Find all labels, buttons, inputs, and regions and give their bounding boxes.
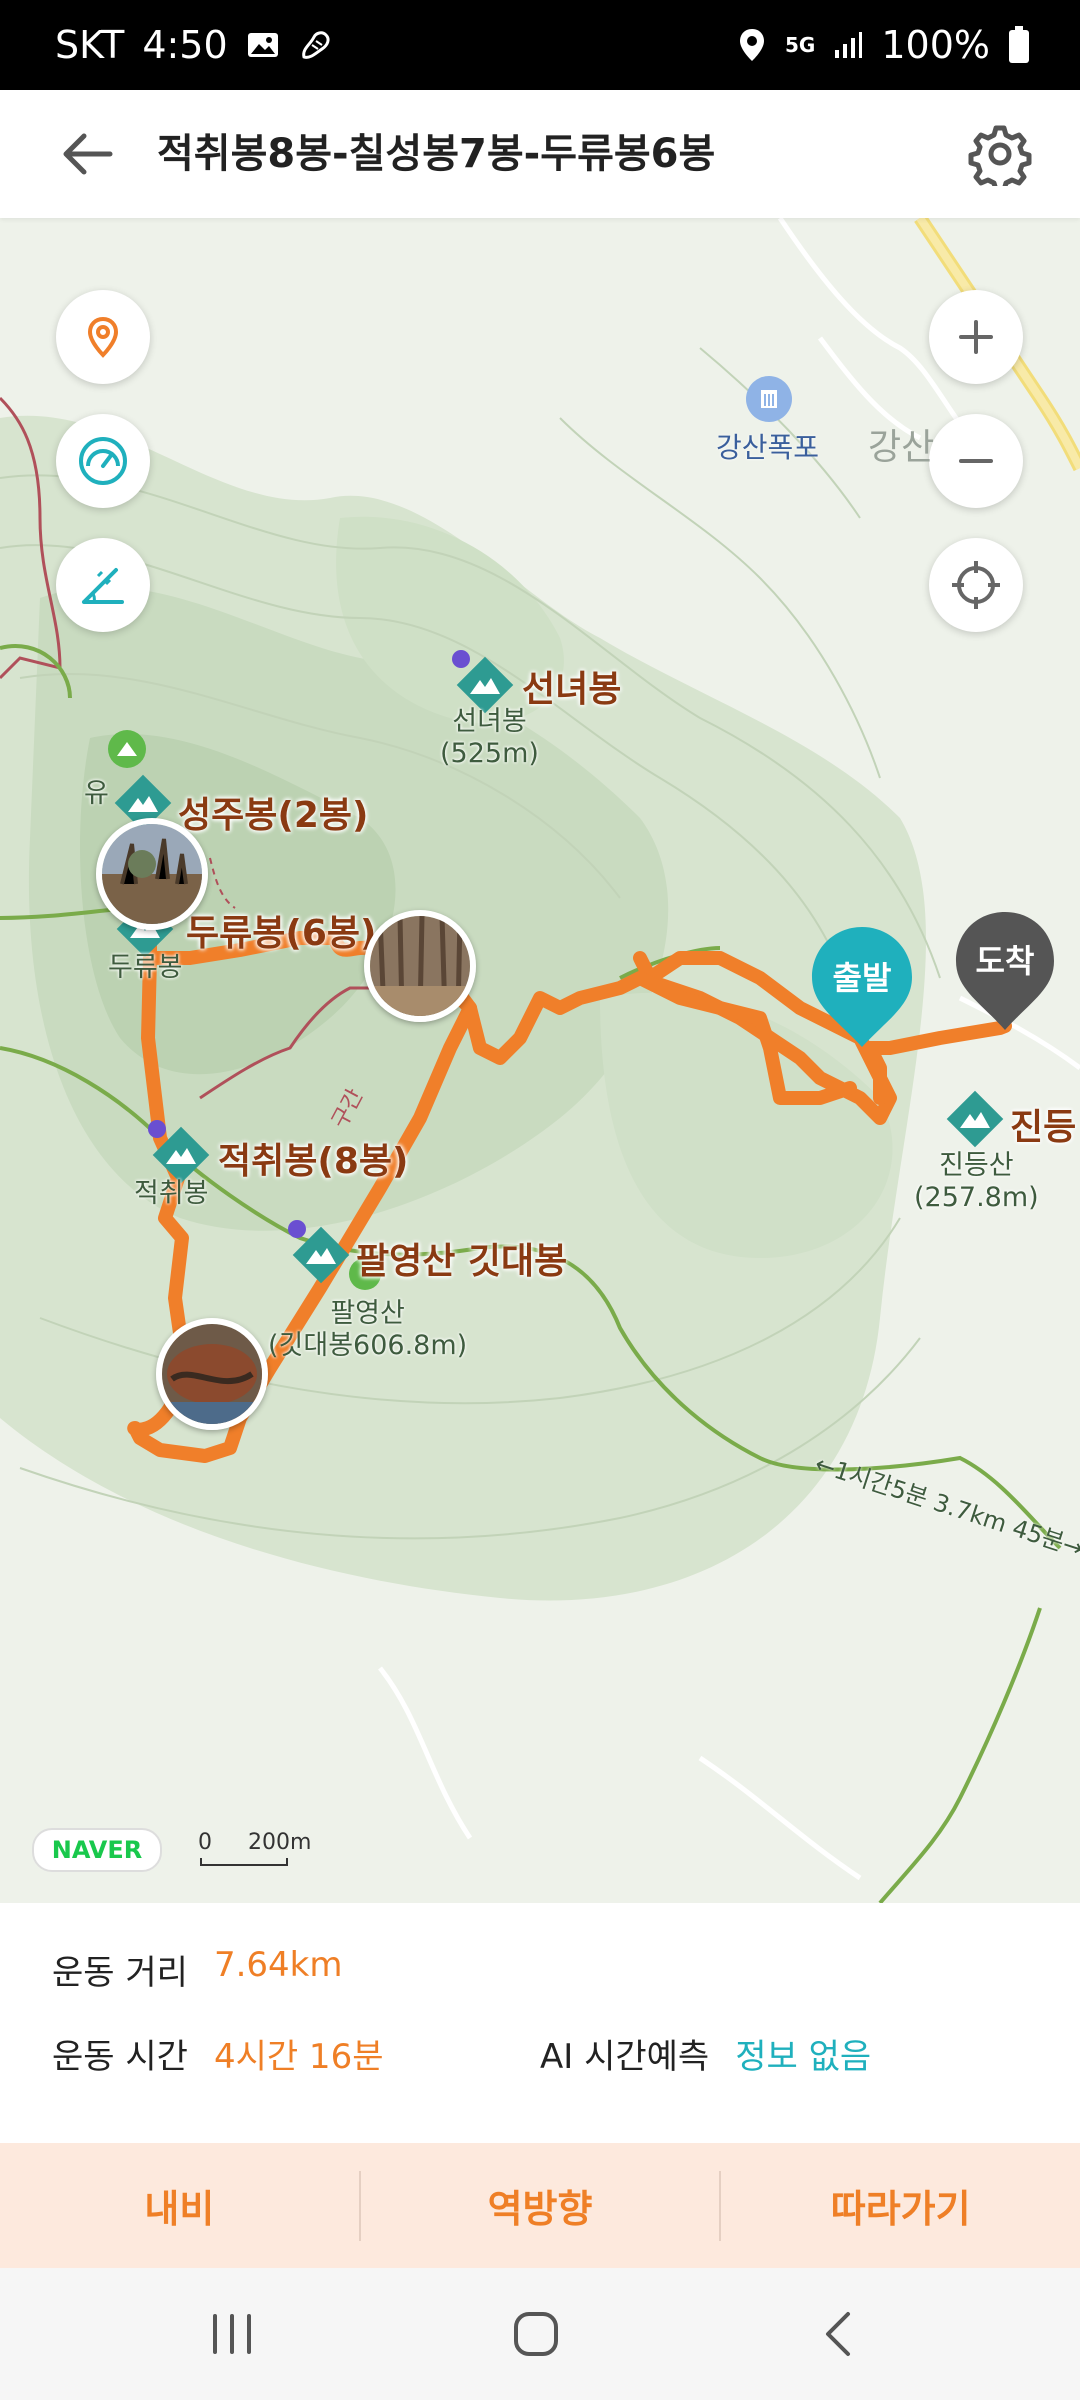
plus-icon — [959, 320, 993, 354]
start-label: 출발 — [832, 959, 892, 997]
follow-button[interactable]: 따라가기 — [721, 2143, 1080, 2268]
speedometer-icon — [79, 437, 127, 485]
pin-icon — [87, 316, 119, 358]
peak-sub-yu: 유 — [84, 778, 109, 809]
map-scale: 0 200m — [198, 1830, 311, 1866]
settings-button[interactable] — [968, 122, 1032, 193]
time-value: 4시간 16분 — [213, 2037, 384, 2077]
recenter-button[interactable] — [929, 538, 1023, 632]
zoom-out-button[interactable] — [929, 414, 1023, 508]
naver-logo: NAVER — [32, 1828, 162, 1872]
start-marker[interactable]: 출발 — [808, 923, 916, 1049]
photo-marker[interactable] — [96, 818, 208, 930]
time-label: 운동 시간 — [52, 2037, 188, 2077]
minus-icon — [959, 459, 993, 463]
gear-icon — [968, 125, 1032, 193]
signal-icon — [833, 30, 863, 60]
app-header: 적취봉8봉-칠성봉7봉-두류봉6봉 — [0, 90, 1080, 218]
carrier-label: SKT — [55, 23, 125, 67]
navigate-button[interactable]: 내비 — [0, 2143, 359, 2268]
elevation-button[interactable] — [56, 538, 150, 632]
map-background — [0, 218, 1080, 1903]
badge-icon — [288, 1220, 306, 1238]
peak-name-jindeung: 진등 — [1010, 1107, 1077, 1148]
peak-name-jeokchwi: 적취봉(8봉) — [218, 1141, 409, 1182]
peak-name-palyeong: 팔영산 깃대봉 — [356, 1241, 568, 1282]
place-label-gangsan: 강산 — [868, 427, 935, 468]
home-button[interactable] — [510, 2308, 562, 2364]
back-button[interactable] — [58, 124, 118, 184]
slope-icon — [82, 568, 124, 604]
reverse-button[interactable]: 역방향 — [361, 2143, 720, 2268]
ai-time-value: 정보 없음 — [735, 2037, 872, 2077]
poi-label-falls: 강산폭포 — [716, 431, 820, 464]
page-title: 적취봉8봉-칠성봉7봉-두류봉6봉 — [157, 131, 716, 177]
recents-icon — [213, 2314, 251, 2354]
status-bar: SKT 4:50 5G 100% — [0, 0, 1080, 90]
waterfall-icon[interactable] — [746, 376, 792, 422]
peak-name-seonnyeo: 선녀봉 — [522, 669, 622, 710]
chevron-left-icon — [826, 2312, 850, 2356]
peak-sub-jeokchwi: 적취봉 — [134, 1178, 209, 1209]
crosshair-icon — [952, 561, 1000, 609]
photo-marker[interactable] — [156, 1318, 268, 1430]
ai-time-label: AI 시간예측 — [540, 2037, 710, 2077]
battery-icon — [1008, 26, 1030, 64]
action-bar: 내비 역방향 따라가기 — [0, 2143, 1080, 2268]
system-nav-bar — [0, 2268, 1080, 2400]
route-info-panel: 운동 거리 7.64km 운동 시간 4시간 16분 AI 시간예측 정보 없음 — [0, 1903, 1080, 2143]
peak-sub-seonnyeo: 선녀봉 (525m) — [440, 706, 539, 769]
badge-icon — [148, 1120, 166, 1138]
distance-label: 운동 거리 — [52, 1953, 188, 1993]
map-view[interactable]: 강산폭포 강산 선녀봉 선녀봉 (525m) 유 성주봉(2봉) 두류봉(6봉) … — [0, 218, 1080, 1903]
peak-sub-duryu: 두류봉 — [108, 952, 183, 983]
shoe-icon — [298, 27, 334, 63]
peak-name-duryu: 두류봉(6봉) — [186, 913, 377, 954]
zoom-in-button[interactable] — [929, 290, 1023, 384]
mountain-icon — [946, 1090, 1004, 1148]
battery-percent: 100% — [881, 23, 990, 67]
photo-marker[interactable] — [364, 910, 476, 1022]
peak-sub-jindeung: 진등산 (257.8m) — [914, 1150, 1039, 1213]
gallery-icon — [246, 30, 280, 60]
network-5g-icon: 5G — [785, 33, 816, 57]
system-back-button[interactable] — [818, 2308, 858, 2364]
recent-apps-button[interactable] — [205, 2312, 259, 2360]
end-marker[interactable]: 도착 — [952, 908, 1058, 1032]
distance-value: 7.64km — [213, 1945, 343, 1985]
speed-button[interactable] — [56, 414, 150, 508]
end-label: 도착 — [975, 942, 1035, 980]
location-icon — [737, 27, 767, 63]
my-location-button[interactable] — [56, 290, 150, 384]
summit-icon[interactable] — [108, 730, 146, 768]
time-label: 4:50 — [142, 23, 228, 67]
arrow-left-icon — [63, 133, 113, 175]
home-icon — [514, 2312, 558, 2356]
badge-icon — [452, 650, 470, 668]
peak-sub-palyeong: 팔영산 (깃대봉606.8m) — [268, 1298, 468, 1361]
peak-marker-jindeung[interactable] — [944, 1088, 1006, 1154]
peak-name-seongju: 성주봉(2봉) — [178, 795, 369, 836]
